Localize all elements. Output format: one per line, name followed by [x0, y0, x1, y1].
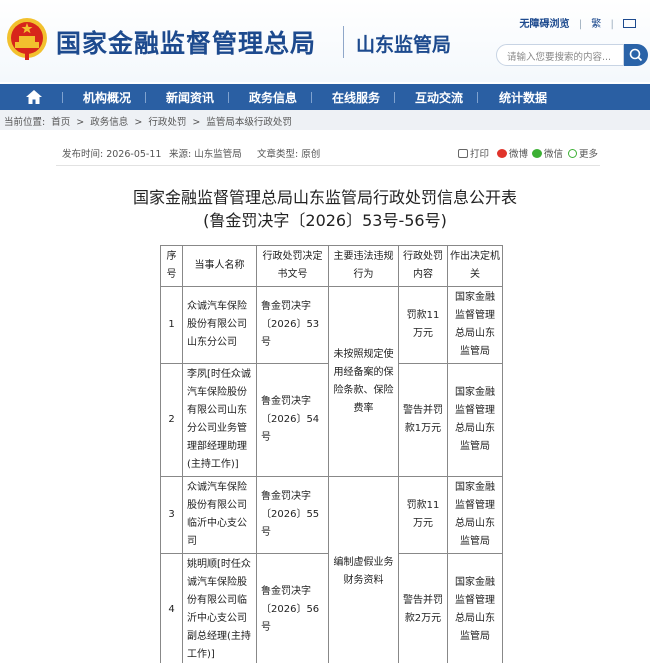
header-party: 当事人名称	[182, 245, 257, 287]
row-violation: 编制虚假业务财务资料	[328, 476, 399, 663]
wechat-share-button[interactable]: 微信	[532, 146, 563, 160]
table-row: 3 众诚汽车保险股份有限公司临沂中心支公司 鲁金罚决字〔2026〕55号 编制虚…	[160, 476, 503, 663]
bureau-name[interactable]: 山东监管局	[356, 30, 451, 57]
nav-item-interaction[interactable]: 互动交流	[415, 89, 463, 106]
row-violation: 未按照规定使用经备案的保险条款、保险费率	[328, 286, 399, 477]
site-header: 国家金融监督管理总局 山东监管局 无障碍浏览 | 繁 | 请输入您要搜索的内容.…	[0, 0, 650, 82]
breadcrumb-item-local-penalty[interactable]: 监管局本级行政处罚	[206, 117, 292, 128]
row-no: 1	[160, 286, 183, 364]
row-penalty: 罚款11万元	[398, 286, 448, 364]
breadcrumb-item-home[interactable]: 首页	[51, 117, 70, 128]
nav-separator	[62, 92, 63, 103]
top-link-separator: |	[578, 19, 583, 30]
table-header-row: 序号 当事人名称 行政处罚决定书文号 主要违法违规行为 行政处罚内容 作出决定机…	[160, 245, 503, 287]
nav-item-about[interactable]: 机构概况	[83, 89, 131, 106]
penalty-table: 序号 当事人名称 行政处罚决定书文号 主要违法违规行为 行政处罚内容 作出决定机…	[160, 245, 503, 663]
site-name[interactable]: 国家金融监督管理总局	[56, 24, 316, 60]
header-divider	[343, 26, 344, 58]
article-source: 来源: 山东监管局	[169, 149, 242, 160]
nav-separator	[145, 92, 146, 103]
header-violation: 主要违法违规行为	[328, 245, 399, 287]
row-doc: 鲁金罚决字〔2026〕56号	[256, 553, 329, 663]
row-no: 3	[160, 476, 183, 554]
publish-time: 发布时间: 2026-05-11	[62, 149, 162, 160]
header-penalty: 行政处罚内容	[398, 245, 448, 287]
weibo-icon	[497, 149, 507, 158]
nav-separator	[228, 92, 229, 103]
row-doc: 鲁金罚决字〔2026〕53号	[256, 286, 329, 364]
table-row: 1 众诚汽车保险股份有限公司山东分公司 鲁金罚决字〔2026〕53号 未按照规定…	[160, 286, 503, 477]
search-input[interactable]: 请输入您要搜索的内容...	[496, 44, 624, 66]
row-authority: 国家金融监督管理总局山东监管局	[447, 363, 503, 477]
more-share-button[interactable]: 更多	[568, 146, 598, 160]
header-authority: 作出决定机关	[447, 245, 503, 287]
row-party: 姚明顺[时任众诚汽车保险股份有限公司临沂中心支公司副总经理(主持工作)]	[182, 553, 257, 663]
row-party: 众诚汽车保险股份有限公司临沂中心支公司	[182, 476, 257, 554]
breadcrumb-separator: >	[192, 117, 201, 128]
search-button[interactable]	[624, 44, 648, 66]
nav-item-gov-info[interactable]: 政务信息	[249, 89, 297, 106]
row-doc: 鲁金罚决字〔2026〕54号	[256, 363, 329, 477]
breadcrumb-separator: >	[134, 117, 143, 128]
weibo-share-button[interactable]: 微博	[497, 146, 528, 160]
row-authority: 国家金融监督管理总局山东监管局	[447, 286, 503, 364]
header-no: 序号	[160, 245, 183, 287]
traditional-chinese-link[interactable]: 繁	[591, 19, 601, 30]
breadcrumb-separator: >	[76, 117, 85, 128]
breadcrumb: 当前位置: 首页 > 政务信息 > 行政处罚 > 监管局本级行政处罚	[0, 110, 650, 130]
search-icon	[629, 48, 643, 62]
breadcrumb-item-gov-info[interactable]: 政务信息	[90, 117, 128, 128]
breadcrumb-prefix: 当前位置:	[4, 117, 46, 128]
row-party: 李夙[时任众诚汽车保险股份有限公司山东分公司业务管理部经理助理(主持工作)]	[182, 363, 257, 477]
nav-separator	[477, 92, 478, 103]
row-penalty: 警告并罚款2万元	[398, 553, 448, 663]
top-links: 无障碍浏览 | 繁 |	[514, 15, 636, 30]
article-type: 文章类型: 原创	[257, 149, 321, 160]
row-authority: 国家金融监督管理总局山东监管局	[447, 476, 503, 554]
nav-separator	[311, 92, 312, 103]
row-penalty: 警告并罚款1万元	[398, 363, 448, 477]
nav-item-online-service[interactable]: 在线服务	[332, 89, 380, 106]
row-no: 4	[160, 553, 183, 663]
article-title: 国家金融监督管理总局山东监管局行政处罚信息公开表	[132, 188, 517, 207]
row-penalty: 罚款11万元	[398, 476, 448, 554]
nav-separator	[394, 92, 395, 103]
wechat-icon	[532, 149, 542, 158]
main-nav: 机构概况 新闻资讯 政务信息 在线服务 互动交流 统计数据	[0, 84, 650, 110]
national-emblem-icon	[7, 18, 47, 60]
more-icon	[568, 149, 577, 158]
article-subtitle: (鲁金罚决字〔2026〕53号-56号)	[203, 211, 447, 230]
row-party: 众诚汽车保险股份有限公司山东分公司	[182, 286, 257, 364]
nav-item-news[interactable]: 新闻资讯	[166, 89, 214, 106]
print-button[interactable]: 打印	[458, 146, 489, 160]
home-icon[interactable]	[25, 88, 43, 106]
accessible-link[interactable]: 无障碍浏览	[520, 19, 570, 30]
row-doc: 鲁金罚决字〔2026〕55号	[256, 476, 329, 554]
breadcrumb-item-penalty[interactable]: 行政处罚	[148, 117, 186, 128]
nav-item-statistics[interactable]: 统计数据	[499, 89, 547, 106]
row-authority: 国家金融监督管理总局山东监管局	[447, 553, 503, 663]
top-link-separator: |	[610, 19, 614, 30]
header-doc: 行政处罚决定书文号	[256, 245, 329, 287]
row-no: 2	[160, 363, 183, 477]
mail-icon[interactable]	[623, 19, 636, 28]
print-icon	[458, 149, 468, 158]
meta-divider	[56, 165, 600, 166]
